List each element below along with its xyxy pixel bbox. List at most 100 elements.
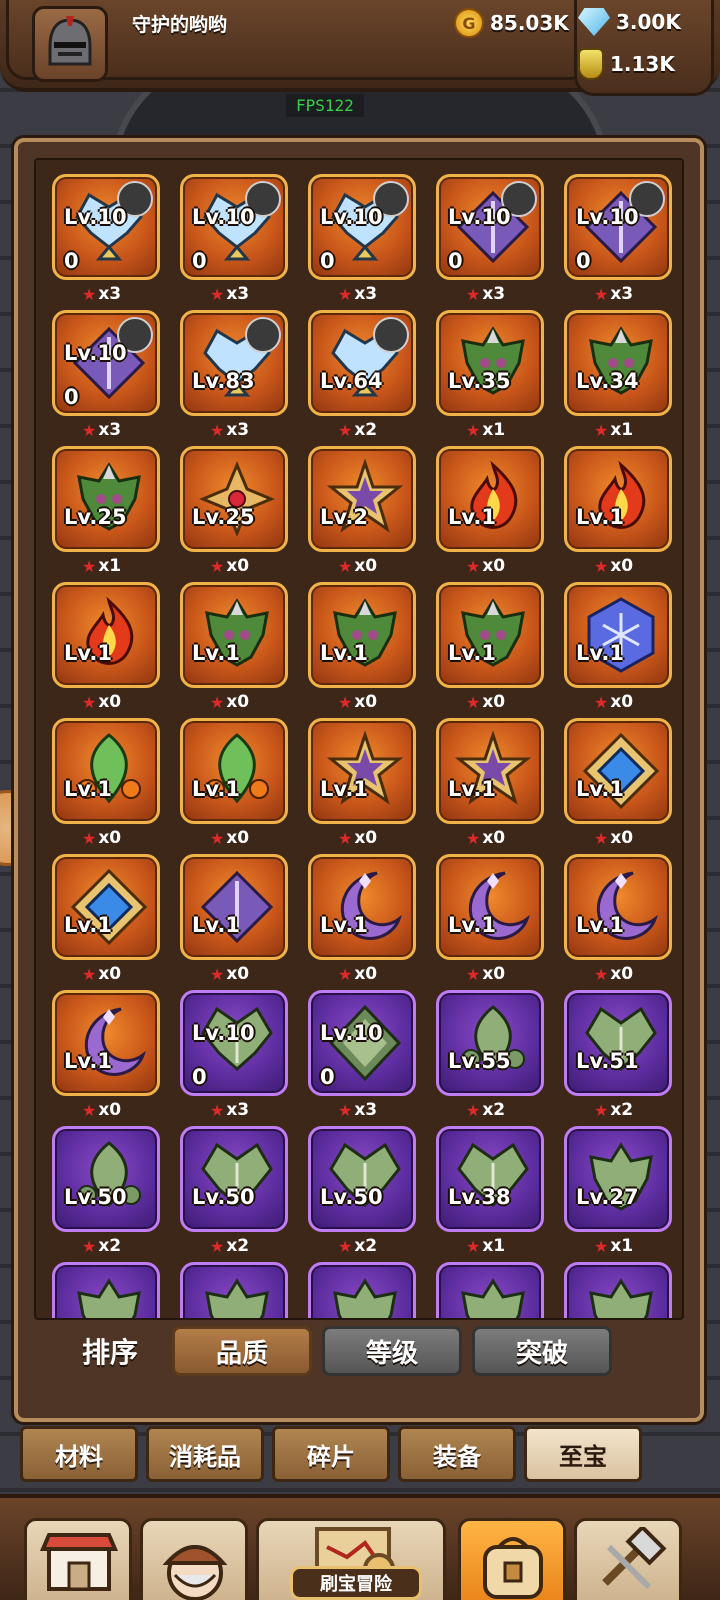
- treasure-item[interactable]: Lv.1 ★ x0: [308, 718, 416, 848]
- treasure-card[interactable]: Lv.55: [436, 990, 544, 1096]
- treasure-item[interactable]: Lv.50 ★ x2: [308, 1126, 416, 1256]
- treasure-card[interactable]: [308, 1262, 416, 1318]
- treasure-item[interactable]: Lv.1 ★ x0: [52, 990, 160, 1120]
- sort-quality-button[interactable]: 品质: [172, 1326, 312, 1376]
- nav-hero[interactable]: [140, 1518, 248, 1600]
- tab-materials[interactable]: 材料: [20, 1426, 138, 1482]
- treasure-card[interactable]: Lv.10 0: [180, 990, 288, 1096]
- treasure-item[interactable]: Lv.1 ★ x0: [52, 854, 160, 984]
- treasure-item[interactable]: [180, 1262, 288, 1318]
- treasure-card[interactable]: Lv.1: [52, 854, 160, 960]
- item-grid-viewport[interactable]: Lv.10 0 ★ x3 Lv.10 0 ★ x3 Lv.10 0 ★ x3 Lv.10 0 ★ x3 Lv.1…: [34, 158, 684, 1320]
- treasure-item[interactable]: Lv.10 0 ★ x3: [52, 310, 160, 440]
- treasure-card[interactable]: Lv.10 0: [52, 174, 160, 280]
- gem-counter[interactable]: 3.00K: [578, 8, 681, 36]
- sort-level-button[interactable]: 等级: [322, 1326, 462, 1376]
- treasure-item[interactable]: Lv.1 ★ x0: [308, 582, 416, 712]
- treasure-item[interactable]: Lv.83 ★ x3: [180, 310, 288, 440]
- treasure-item[interactable]: [52, 1262, 160, 1318]
- treasure-item[interactable]: [308, 1262, 416, 1318]
- treasure-card[interactable]: Lv.1: [436, 446, 544, 552]
- treasure-card[interactable]: Lv.83: [180, 310, 288, 416]
- treasure-card[interactable]: Lv.50: [308, 1126, 416, 1232]
- treasure-item[interactable]: Lv.27 ★ x1: [564, 1126, 672, 1256]
- treasure-item[interactable]: Lv.38 ★ x1: [436, 1126, 544, 1256]
- treasure-card[interactable]: Lv.1: [436, 718, 544, 824]
- treasure-item[interactable]: Lv.1 ★ x0: [52, 582, 160, 712]
- treasure-card[interactable]: Lv.10 0: [52, 310, 160, 416]
- treasure-card[interactable]: Lv.1: [564, 582, 672, 688]
- treasure-card[interactable]: [180, 1262, 288, 1318]
- treasure-item[interactable]: Lv.1 ★ x0: [180, 582, 288, 712]
- treasure-card[interactable]: Lv.35: [436, 310, 544, 416]
- treasure-item[interactable]: Lv.1 ★ x0: [436, 718, 544, 848]
- treasure-item[interactable]: Lv.1 ★ x0: [564, 718, 672, 848]
- treasure-item[interactable]: Lv.10 0 ★ x3: [308, 174, 416, 304]
- treasure-item[interactable]: Lv.1 ★ x0: [436, 854, 544, 984]
- treasure-card[interactable]: Lv.1: [180, 582, 288, 688]
- treasure-card[interactable]: Lv.1: [52, 990, 160, 1096]
- treasure-item[interactable]: Lv.1 ★ x0: [52, 718, 160, 848]
- treasure-item[interactable]: Lv.25 ★ x0: [180, 446, 288, 576]
- treasure-item[interactable]: Lv.51 ★ x2: [564, 990, 672, 1120]
- treasure-item[interactable]: [436, 1262, 544, 1318]
- treasure-item[interactable]: Lv.10 0 ★ x3: [180, 174, 288, 304]
- gold-counter[interactable]: G 85.03K: [454, 8, 569, 38]
- treasure-item[interactable]: Lv.1 ★ x0: [308, 854, 416, 984]
- treasure-card[interactable]: Lv.2: [308, 446, 416, 552]
- treasure-card[interactable]: Lv.34: [564, 310, 672, 416]
- treasure-card[interactable]: Lv.1: [308, 718, 416, 824]
- nav-backpack[interactable]: [458, 1518, 566, 1600]
- treasure-card[interactable]: Lv.10 0: [308, 174, 416, 280]
- nav-forge[interactable]: [574, 1518, 682, 1600]
- nav-shop[interactable]: [24, 1518, 132, 1600]
- treasure-item[interactable]: Lv.2 ★ x0: [308, 446, 416, 576]
- treasure-card[interactable]: Lv.1: [436, 854, 544, 960]
- treasure-card[interactable]: Lv.27: [564, 1126, 672, 1232]
- treasure-card[interactable]: Lv.10 0: [564, 174, 672, 280]
- treasure-card[interactable]: Lv.1: [308, 854, 416, 960]
- treasure-card[interactable]: Lv.50: [52, 1126, 160, 1232]
- treasure-card[interactable]: Lv.25: [180, 446, 288, 552]
- treasure-item[interactable]: Lv.10 0 ★ x3: [308, 990, 416, 1120]
- treasure-card[interactable]: Lv.10 0: [180, 174, 288, 280]
- treasure-item[interactable]: [564, 1262, 672, 1318]
- treasure-item[interactable]: Lv.10 0 ★ x3: [436, 174, 544, 304]
- treasure-card[interactable]: [52, 1262, 160, 1318]
- tab-fragments[interactable]: 碎片: [272, 1426, 390, 1482]
- treasure-item[interactable]: Lv.1 ★ x0: [180, 854, 288, 984]
- treasure-item[interactable]: Lv.1 ★ x0: [180, 718, 288, 848]
- treasure-card[interactable]: Lv.50: [180, 1126, 288, 1232]
- treasure-card[interactable]: [436, 1262, 544, 1318]
- treasure-card[interactable]: Lv.10 0: [308, 990, 416, 1096]
- treasure-card[interactable]: Lv.25: [52, 446, 160, 552]
- treasure-card[interactable]: Lv.1: [52, 582, 160, 688]
- tab-consumables[interactable]: 消耗品: [146, 1426, 264, 1482]
- tab-treasures[interactable]: 至宝: [524, 1426, 642, 1482]
- treasure-card[interactable]: Lv.1: [564, 854, 672, 960]
- treasure-card[interactable]: Lv.1: [180, 718, 288, 824]
- treasure-card[interactable]: Lv.64: [308, 310, 416, 416]
- treasure-item[interactable]: Lv.10 0 ★ x3: [180, 990, 288, 1120]
- treasure-item[interactable]: Lv.1 ★ x0: [564, 582, 672, 712]
- treasure-card[interactable]: [564, 1262, 672, 1318]
- treasure-card[interactable]: Lv.51: [564, 990, 672, 1096]
- treasure-item[interactable]: Lv.10 0 ★ x3: [52, 174, 160, 304]
- treasure-card[interactable]: Lv.10 0: [436, 174, 544, 280]
- treasure-item[interactable]: Lv.25 ★ x1: [52, 446, 160, 576]
- treasure-card[interactable]: Lv.1: [564, 446, 672, 552]
- treasure-card[interactable]: Lv.1: [52, 718, 160, 824]
- treasure-card[interactable]: Lv.38: [436, 1126, 544, 1232]
- treasure-item[interactable]: Lv.1 ★ x0: [564, 854, 672, 984]
- treasure-card[interactable]: Lv.1: [436, 582, 544, 688]
- treasure-item[interactable]: Lv.10 0 ★ x3: [564, 174, 672, 304]
- treasure-item[interactable]: Lv.35 ★ x1: [436, 310, 544, 440]
- player-avatar[interactable]: [32, 6, 108, 82]
- treasure-item[interactable]: Lv.1 ★ x0: [436, 446, 544, 576]
- treasure-card[interactable]: Lv.1: [180, 854, 288, 960]
- potion-counter[interactable]: 1.13K: [578, 48, 675, 80]
- treasure-card[interactable]: Lv.1: [308, 582, 416, 688]
- treasure-item[interactable]: Lv.50 ★ x2: [52, 1126, 160, 1256]
- treasure-item[interactable]: Lv.34 ★ x1: [564, 310, 672, 440]
- tab-equipment[interactable]: 装备: [398, 1426, 516, 1482]
